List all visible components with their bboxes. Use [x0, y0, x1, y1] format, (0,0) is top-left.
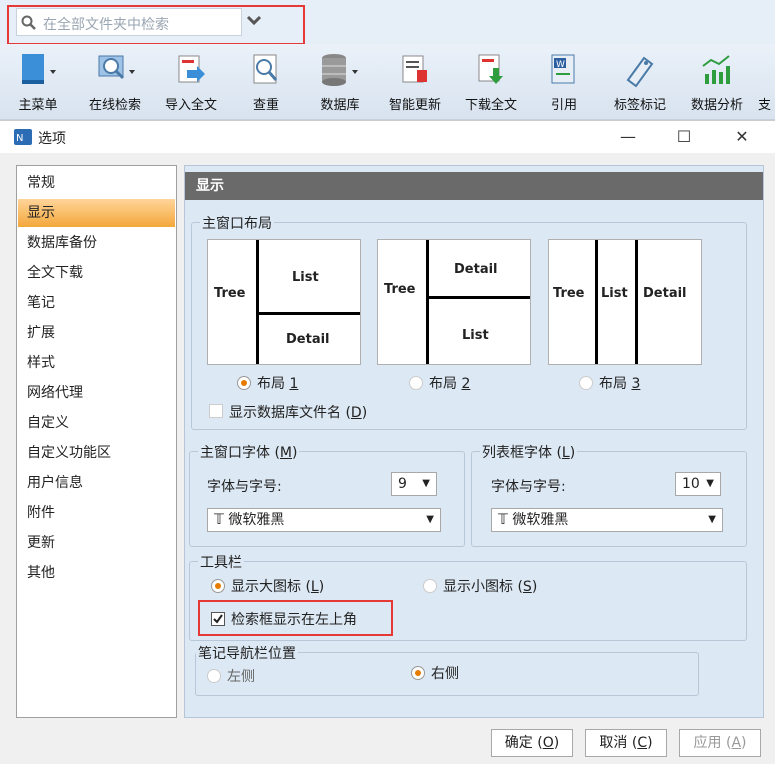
nav-item-custom-ribbon[interactable]: 自定义功能区	[18, 439, 175, 467]
list-font-group: 列表框字体 (L)	[471, 442, 747, 547]
download-fulltext-icon	[478, 54, 503, 84]
toolbar-data-analysis[interactable]: 数据分析	[682, 46, 752, 116]
toolbar-smart-update[interactable]: 智能更新	[380, 46, 450, 116]
apply-button[interactable]: 应用 (A)	[679, 729, 761, 757]
nav-item-extension[interactable]: 扩展	[18, 319, 175, 347]
minimize-button[interactable]: —	[608, 125, 648, 149]
options-nav-list: 常规 显示 数据库备份 全文下载 笔记 扩展 样式 网络代理 自定义 自定义功能…	[16, 165, 177, 718]
dialog-titlebar: N 选项 — ☐ ✕	[0, 121, 775, 153]
toolbar-database[interactable]: 数据库	[308, 46, 372, 116]
toolbar-cite[interactable]: W 引用	[536, 46, 592, 116]
nav-item-custom[interactable]: 自定义	[18, 409, 175, 437]
data-analysis-icon	[702, 55, 730, 84]
dedup-icon	[253, 54, 278, 84]
main-font-group: 主窗口字体 (M)	[189, 442, 465, 547]
nav-item-other[interactable]: 其他	[18, 559, 175, 587]
layout-2-preview[interactable]: Tree Detail List	[377, 239, 531, 365]
large-icons-radio[interactable]	[211, 579, 225, 593]
panel-title: 显示	[185, 172, 763, 200]
import-fulltext-icon	[178, 55, 205, 83]
ok-button[interactable]: 确定 (O)	[491, 729, 573, 757]
toolbar-more[interactable]: 支	[758, 46, 775, 116]
layout-3-preview[interactable]: Tree List Detail	[548, 239, 702, 365]
small-icons-radio[interactable]	[423, 579, 437, 593]
toolbar: 主菜单 在线检索 导入全文 查重 数据库 智能更新 下载全文 W 引用 标签标记…	[0, 44, 775, 120]
checkbox-highlight-box	[198, 600, 393, 636]
toolbar-tag[interactable]: 标签标记	[604, 46, 676, 116]
nav-item-update[interactable]: 更新	[18, 529, 175, 557]
cite-icon: W	[551, 54, 575, 84]
close-button[interactable]: ✕	[722, 125, 762, 149]
toolbar-dedup[interactable]: 查重	[236, 46, 296, 116]
nav-item-db-backup[interactable]: 数据库备份	[18, 229, 175, 257]
main-layout-title: 主窗口布局	[200, 213, 274, 233]
list-font-size-select[interactable]: 10 ▼	[675, 472, 721, 496]
nav-item-notes[interactable]: 笔记	[18, 289, 175, 317]
main-font-size-select[interactable]: 9 ▼	[391, 472, 437, 496]
maximize-button[interactable]: ☐	[664, 125, 704, 149]
nav-item-general[interactable]: 常规	[18, 169, 175, 197]
smart-update-icon	[402, 55, 427, 83]
dialog-title: 选项	[38, 131, 66, 147]
notes-nav-right-radio[interactable]	[411, 666, 425, 680]
show-db-filename-label: 显示数据库文件名 (D)	[229, 405, 368, 421]
toolbar-import-fulltext[interactable]: 导入全文	[156, 46, 226, 116]
toolbar-main-menu[interactable]: 主菜单	[8, 46, 68, 116]
options-dialog: N 选项 — ☐ ✕ 常规 显示 数据库备份 全文下载 笔记 扩展 样式 网络代…	[0, 120, 775, 764]
search-highlight-box	[7, 5, 305, 45]
cancel-button[interactable]: 取消 (C)	[585, 729, 667, 757]
online-search-icon	[98, 55, 135, 80]
layout-1-radio[interactable]	[237, 376, 251, 390]
main-font-family-select[interactable]: 𝕋 微软雅黑 ▼	[207, 508, 441, 532]
show-db-filename-checkbox[interactable]	[209, 404, 223, 418]
nav-item-user-info[interactable]: 用户信息	[18, 469, 175, 497]
layout-2-radio[interactable]	[409, 376, 423, 390]
nav-item-attachment[interactable]: 附件	[18, 499, 175, 527]
svg-text:W: W	[556, 60, 565, 70]
layout-1-preview[interactable]: Tree List Detail	[207, 239, 361, 365]
tag-icon	[626, 56, 654, 88]
nav-item-proxy[interactable]: 网络代理	[18, 379, 175, 407]
layout-3-radio[interactable]	[579, 376, 593, 390]
nav-item-fulltext-download[interactable]: 全文下载	[18, 259, 175, 287]
list-font-family-select[interactable]: 𝕋 微软雅黑 ▼	[491, 508, 723, 532]
notes-nav-left-radio[interactable]	[207, 669, 221, 683]
svg-text:N: N	[16, 133, 23, 144]
nav-item-display[interactable]: 显示	[18, 199, 175, 227]
main-menu-icon	[22, 54, 56, 84]
database-icon	[322, 54, 358, 86]
toolbar-download-fulltext[interactable]: 下载全文	[456, 46, 526, 116]
app-logo-icon: N	[14, 129, 32, 145]
nav-item-style[interactable]: 样式	[18, 349, 175, 377]
toolbar-online-search[interactable]: 在线检索	[80, 46, 150, 116]
